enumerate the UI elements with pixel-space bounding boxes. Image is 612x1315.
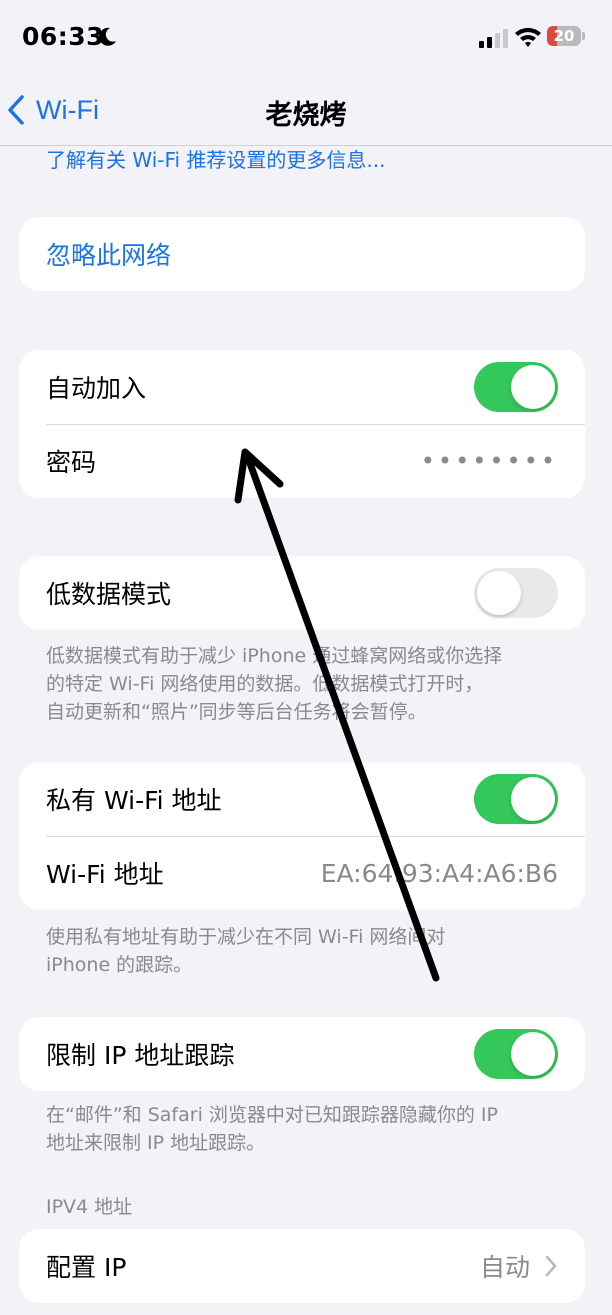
forget-network-label: 忽略此网络 bbox=[46, 241, 172, 270]
wifi-address-label: Wi-Fi 地址 bbox=[46, 860, 164, 889]
auto-join-label: 自动加入 bbox=[46, 374, 147, 403]
password-label: 密码 bbox=[46, 448, 97, 477]
limit-ip-group: 限制 IP 地址跟踪 bbox=[19, 1017, 585, 1091]
private-address-toggle[interactable] bbox=[474, 774, 558, 824]
wifi-address-value: EA:64:93:A4:A6:B6 bbox=[320, 858, 558, 888]
limit-ip-row: 限制 IP 地址跟踪 bbox=[19, 1017, 585, 1091]
status-bar: 06:33 20 bbox=[0, 0, 612, 76]
learn-more-link[interactable]: 了解有关 Wi-Fi 推荐设置的更多信息... bbox=[46, 144, 386, 173]
private-address-group: 私有 Wi-Fi 地址 Wi-Fi 地址 EA:64:93:A4:A6:B6 bbox=[19, 762, 585, 910]
forget-network-group: 忽略此网络 bbox=[19, 217, 585, 291]
ipv4-section-header: IPV4 地址 bbox=[46, 1196, 133, 1218]
status-time: 06:33 bbox=[22, 22, 105, 51]
password-row[interactable]: 密码 •••••••• bbox=[19, 424, 585, 498]
limit-ip-toggle[interactable] bbox=[474, 1029, 558, 1079]
battery-level: 20 bbox=[553, 27, 575, 45]
private-address-label: 私有 Wi-Fi 地址 bbox=[46, 786, 222, 815]
low-data-footnote: 低数据模式有助于减少 iPhone 通过蜂窝网络或你选择 的特定 Wi-Fi 网… bbox=[46, 642, 576, 726]
configure-ip-value: 自动 bbox=[479, 1253, 530, 1282]
footnote-line: 自动更新和“照片”同步等后台任务将会暂停。 bbox=[46, 701, 427, 723]
cellular-signal-icon bbox=[479, 29, 508, 48]
ipv4-group: 配置 IP 自动 bbox=[19, 1229, 585, 1303]
footnote-line: 使用私有地址有助于减少在不同 Wi-Fi 网络间对 bbox=[46, 926, 446, 948]
auto-join-toggle[interactable] bbox=[474, 362, 558, 412]
private-address-footnote: 使用私有地址有助于减少在不同 Wi-Fi 网络间对 iPhone 的跟踪。 bbox=[46, 923, 576, 979]
forget-network-button[interactable]: 忽略此网络 bbox=[19, 217, 585, 291]
auto-join-row: 自动加入 bbox=[19, 350, 585, 424]
page-title: 老烧烤 bbox=[265, 100, 347, 131]
footnote-line: iPhone 的跟踪。 bbox=[46, 954, 193, 976]
battery-charging-icon: 20 bbox=[547, 26, 587, 48]
limit-ip-footnote: 在“邮件”和 Safari 浏览器中对已知跟踪器隐藏你的 IP 地址来限制 IP… bbox=[46, 1101, 576, 1157]
private-address-row: 私有 Wi-Fi 地址 bbox=[19, 762, 585, 836]
low-data-row: 低数据模式 bbox=[19, 556, 585, 630]
wifi-icon bbox=[515, 27, 541, 47]
low-data-label: 低数据模式 bbox=[46, 580, 172, 609]
low-data-group: 低数据模式 bbox=[19, 556, 585, 630]
low-data-toggle[interactable] bbox=[474, 568, 558, 618]
footnote-line: 在“邮件”和 Safari 浏览器中对已知跟踪器隐藏你的 IP bbox=[46, 1104, 498, 1126]
footnote-line: 地址来限制 IP 地址跟踪。 bbox=[46, 1132, 266, 1154]
configure-ip-label: 配置 IP bbox=[46, 1253, 127, 1282]
moon-icon bbox=[99, 27, 116, 46]
wifi-address-row: Wi-Fi 地址 EA:64:93:A4:A6:B6 bbox=[19, 836, 585, 910]
navigation-bar: Wi-Fi 老烧烤 bbox=[0, 76, 612, 142]
join-settings-group: 自动加入 密码 •••••••• bbox=[19, 350, 585, 498]
limit-ip-label: 限制 IP 地址跟踪 bbox=[46, 1041, 235, 1070]
footnote-line: 低数据模式有助于减少 iPhone 通过蜂窝网络或你选择 bbox=[46, 645, 503, 667]
chevron-right-icon bbox=[545, 1255, 557, 1277]
password-value: •••••••• bbox=[420, 447, 558, 475]
footnote-line: 的特定 Wi-Fi 网络使用的数据。低数据模式打开时， bbox=[46, 673, 484, 695]
configure-ip-row[interactable]: 配置 IP 自动 bbox=[19, 1229, 585, 1303]
